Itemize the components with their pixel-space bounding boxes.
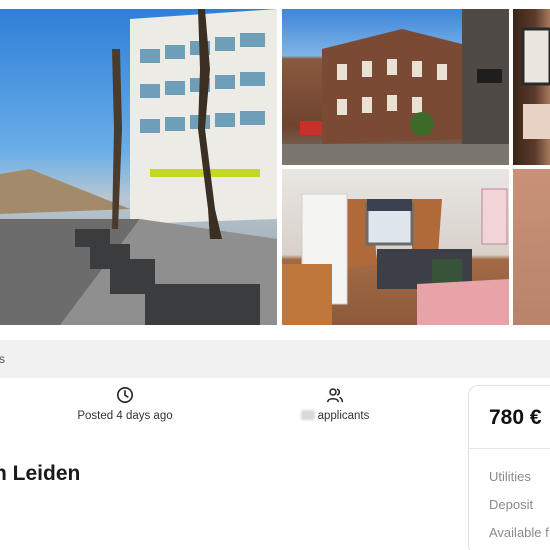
price-value: 780 € bbox=[489, 406, 542, 429]
utilities-label: Utilities bbox=[489, 469, 531, 484]
applicant-count-blurred bbox=[300, 410, 315, 420]
building-illustration bbox=[282, 9, 509, 165]
tab-bar: s bbox=[0, 340, 550, 378]
applicants-info: applicants bbox=[280, 386, 390, 422]
edge-photo-2[interactable] bbox=[513, 169, 550, 325]
tab-bar-mark: s bbox=[0, 352, 5, 366]
deposit-label: Deposit bbox=[489, 497, 534, 512]
price-divider bbox=[469, 448, 550, 449]
clock-icon bbox=[117, 387, 133, 403]
edge-illustration-1 bbox=[521, 27, 550, 139]
posted-info: Posted 4 days ago bbox=[70, 386, 180, 422]
price-card: 780 € Utilities Deposit Available f bbox=[468, 385, 550, 550]
photo-gallery bbox=[0, 0, 550, 338]
applicants-text: applicants bbox=[317, 410, 370, 422]
bedroom-illustration bbox=[282, 188, 509, 325]
listing-title: n Leiden bbox=[0, 462, 81, 485]
available-label: Available f bbox=[489, 525, 549, 540]
posted-text: Posted 4 days ago bbox=[77, 410, 173, 422]
users-icon bbox=[327, 388, 344, 403]
street-photo[interactable] bbox=[0, 9, 277, 325]
edge-photo-1[interactable] bbox=[513, 9, 550, 165]
building-photo[interactable] bbox=[282, 9, 509, 165]
street-illustration bbox=[0, 9, 277, 325]
bedroom-photo[interactable] bbox=[282, 169, 509, 325]
